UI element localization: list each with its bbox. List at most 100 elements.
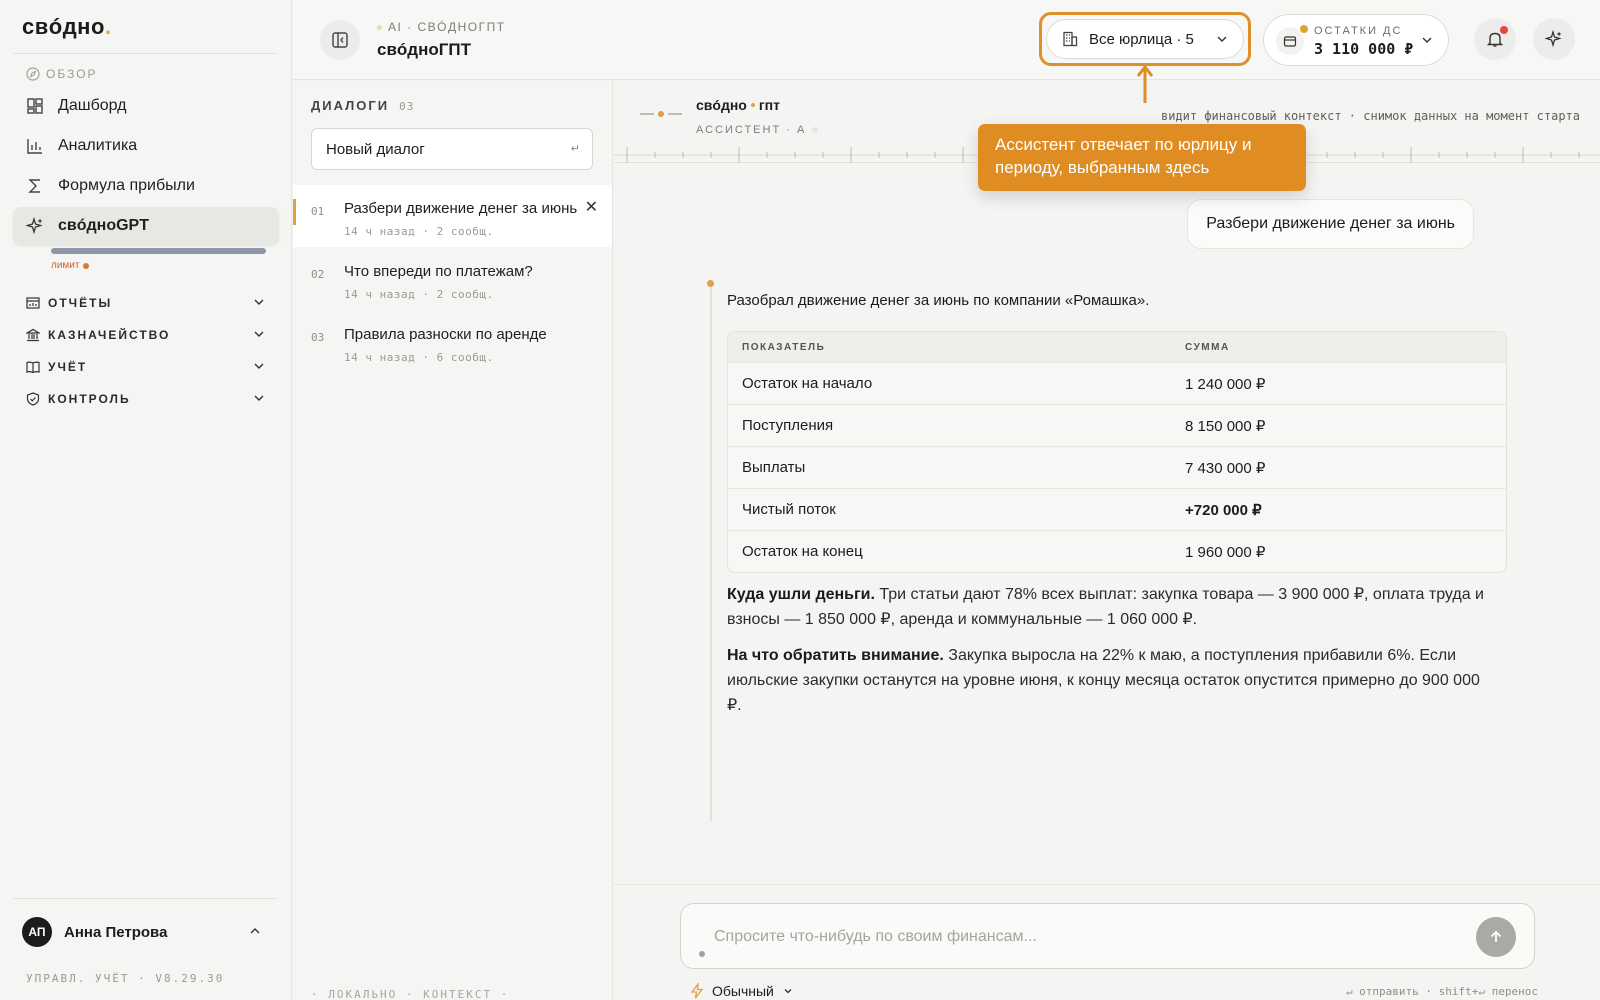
sidebar-item-profit-formula[interactable]: Формула прибыли xyxy=(13,167,279,205)
nav-group-label: КОНТРОЛЬ xyxy=(48,392,131,406)
notifications-button[interactable] xyxy=(1474,18,1516,60)
breadcrumb-text: AI · СВÓДНОГПТ xyxy=(388,20,506,34)
sidebar-divider xyxy=(13,53,278,54)
assistant-name-b: гпт xyxy=(758,97,780,113)
dialog-number: 02 xyxy=(311,268,325,281)
user-menu[interactable]: АП Анна Петрова xyxy=(22,917,272,947)
dialog-meta: 14 ч назад · 2 сообщ. xyxy=(344,288,494,301)
dialog-number: 03 xyxy=(311,331,325,344)
composer xyxy=(680,903,1535,969)
dialogs-header: ДИАЛОГИ 03 xyxy=(311,98,414,113)
table-row: Выплаты 7 430 000 ₽ xyxy=(728,446,1506,488)
close-icon[interactable]: ✕ xyxy=(585,197,598,217)
user-message-bubble: Разбери движение денег за июнь xyxy=(1187,199,1474,249)
chevron-down-icon xyxy=(254,299,264,305)
cashflow-table: ПОКАЗАТЕЛЬ СУММА Остаток на начало 1 240 … xyxy=(727,331,1507,573)
dialog-title: Правила разноски по аренде xyxy=(344,326,547,343)
composer-area: Обычный ↵ отправить · shift+↵ перенос xyxy=(614,884,1600,1000)
dialog-title: Разбери движение денег за июнь xyxy=(344,200,578,217)
answer-intro: Разобрал движение денег за июнь по компа… xyxy=(727,292,1150,309)
table-row: Поступления 8 150 000 ₽ xyxy=(728,404,1506,446)
chart-bars-icon xyxy=(26,137,44,155)
nav-group-reports[interactable]: ОТЧЁТЫ xyxy=(26,292,266,314)
cash-balance-widget[interactable]: ОСТАТКИ ДС 3 110 000 ₽ xyxy=(1263,14,1449,66)
send-button[interactable] xyxy=(1476,917,1516,957)
chevron-down-icon xyxy=(1422,37,1432,43)
sidebar-toggle-icon xyxy=(332,32,348,48)
breadcrumb: AI · СВÓДНОГПТ xyxy=(377,20,506,34)
mode-select[interactable]: Обычный xyxy=(690,983,794,999)
dialogs-count: 03 xyxy=(399,100,415,113)
nav-group-treasury[interactable]: КАЗНАЧЕЙСТВО xyxy=(26,324,266,346)
lightning-icon xyxy=(690,983,704,999)
dialog-item[interactable]: 01 Разбери движение денег за июнь 14 ч н… xyxy=(293,185,612,247)
dialogs-header-label: ДИАЛОГИ xyxy=(311,98,390,113)
new-dialog-button[interactable]: Новый диалог ↵ xyxy=(311,128,593,170)
mode-label: Обычный xyxy=(712,983,774,999)
sidebar-item-label: Формула прибыли xyxy=(58,177,195,194)
ai-assistant-button[interactable] xyxy=(1533,18,1575,60)
sparkles-icon xyxy=(1545,30,1562,48)
limit-dot-icon xyxy=(83,262,90,269)
chat-area: свóдно гпт АССИСТЕНТ · А видит финансовый… xyxy=(614,81,1600,1000)
bank-icon xyxy=(26,328,40,342)
assistant-subtitle: АССИСТЕНТ · А xyxy=(696,124,819,136)
limit-label-text: лимит xyxy=(51,260,80,271)
limit-progress-bar xyxy=(51,248,266,254)
sidebar-item-label: Аналитика xyxy=(58,137,138,154)
dialog-item[interactable]: 03 Правила разноски по аренде 14 ч назад… xyxy=(293,311,612,373)
row-value: 1 240 000 ₽ xyxy=(1185,375,1266,393)
nav-group-label: ОТЧЁТЫ xyxy=(48,296,113,310)
collapse-sidebar-button[interactable] xyxy=(320,20,360,60)
answer-rail xyxy=(710,287,712,821)
answer-paragraph: Куда ушли деньги. Три статьи дают 78% вс… xyxy=(727,582,1497,632)
dialog-meta: 14 ч назад · 6 сообщ. xyxy=(344,351,494,364)
chevron-down-icon xyxy=(254,331,264,337)
nav-group-control[interactable]: КОНТРОЛЬ xyxy=(26,388,266,410)
sidebar-item-svodno-gpt[interactable]: свóдноGPT xyxy=(13,207,279,245)
user-message-text: Разбери движение денег за июнь xyxy=(1206,215,1455,232)
sidebar-item-dashboard[interactable]: Дашборд xyxy=(13,87,279,125)
keyboard-hints: ↵ отправить · shift+↵ перенос xyxy=(1345,985,1538,998)
sidebar-item-analytics[interactable]: Аналитика xyxy=(13,127,279,165)
app-version: УПРАВЛ. УЧЁТ · V8.29.30 xyxy=(26,972,225,985)
status-dot xyxy=(812,127,819,133)
row-value: +720 000 ₽ xyxy=(1185,501,1262,519)
section-label-text: ОБЗОР xyxy=(46,67,98,81)
chevron-up-icon xyxy=(250,928,260,934)
nav-group-label: УЧЁТ xyxy=(48,360,88,374)
column-header-metric: ПОКАЗАТЕЛЬ xyxy=(742,341,826,353)
answer-paragraph: На что обратить внимание. Закупка выросл… xyxy=(727,643,1497,718)
logo-dot: . xyxy=(104,14,112,39)
row-label: Остаток на конец xyxy=(742,543,863,560)
nav-group-accounting[interactable]: УЧЁТ xyxy=(26,356,266,378)
column-header-amount: СУММА xyxy=(1185,341,1230,353)
sigma-icon xyxy=(26,177,44,195)
row-label: Остаток на начало xyxy=(742,375,873,392)
app-logo[interactable]: свóдно. xyxy=(22,14,112,40)
assistant-name-a: свóдно xyxy=(696,97,747,113)
section-label-overview: ОБЗОР xyxy=(26,67,98,81)
status-dot xyxy=(699,951,705,957)
assistant-name: свóдно гпт xyxy=(696,97,780,113)
dialog-meta: 14 ч назад · 2 сообщ. xyxy=(344,225,494,238)
logo-text: свóдно xyxy=(22,14,105,39)
shield-icon xyxy=(26,392,40,406)
assistant-subtitle-text: АССИСТЕНТ · А xyxy=(696,124,807,136)
balance-value: 3 110 000 ₽ xyxy=(1314,40,1414,58)
new-dialog-label: Новый диалог xyxy=(326,140,425,158)
compass-icon xyxy=(26,67,40,81)
reports-icon xyxy=(26,297,40,309)
row-value: 1 960 000 ₽ xyxy=(1185,543,1266,561)
row-value: 7 430 000 ₽ xyxy=(1185,459,1266,477)
chevron-down-icon xyxy=(254,395,264,401)
limit-label: лимит xyxy=(51,260,90,271)
topbar: AI · СВÓДНОГПТ свóдноГПТ ОСТАТКИ ДС 3 11… xyxy=(293,0,1600,80)
answer-marker-dot xyxy=(707,280,714,287)
status-dot xyxy=(1300,25,1308,33)
row-label: Поступления xyxy=(742,417,834,434)
chat-input[interactable] xyxy=(714,923,1474,951)
entity-select-highlight xyxy=(1039,12,1251,66)
sidebar: свóдно. ОБЗОР Дашборд Аналитика Формула … xyxy=(0,0,292,1000)
dialog-item[interactable]: 02 Что впереди по платежам? 14 ч назад ·… xyxy=(293,248,612,310)
